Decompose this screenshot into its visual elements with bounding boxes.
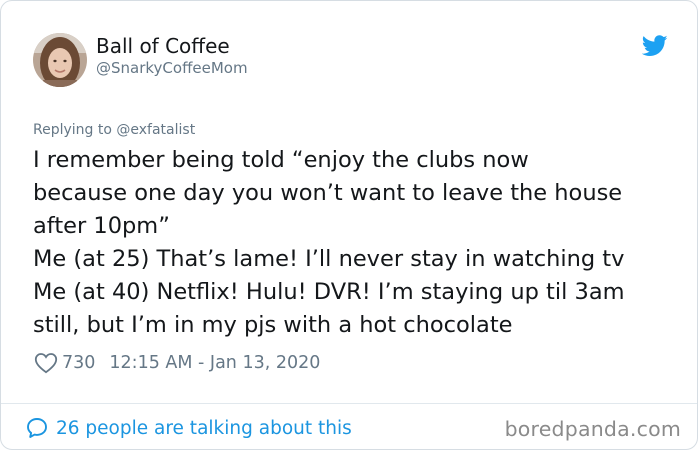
tweet-card: Ball of Coffee @SnarkyCoffeeMom Replying… (0, 0, 698, 450)
like-count[interactable]: 730 (62, 353, 95, 373)
tweet-line: still, but I’m in my pjs with a hot choc… (33, 312, 513, 338)
heart-icon[interactable] (34, 352, 58, 374)
talking-about-label[interactable]: 26 people are talking about this (56, 418, 352, 439)
tweet-text: I remember being told “enjoy the clubs n… (33, 144, 683, 342)
timestamp[interactable]: 12:15 AM - Jan 13, 2020 (109, 353, 320, 373)
replying-to-label: Replying to (33, 122, 117, 138)
tweet-line: I remember being told “enjoy the clubs n… (33, 147, 529, 173)
avatar[interactable] (33, 33, 87, 87)
speech-bubble-icon (27, 418, 47, 438)
display-name[interactable]: Ball of Coffee (96, 34, 230, 58)
watermark: boredpanda.com (504, 417, 681, 441)
replying-to: Replying to @exfatalist (33, 122, 195, 138)
tweet-line: Me (at 40) Netflix! Hulu! DVR! I’m stayi… (33, 279, 625, 305)
tweet-line: after 10pm” (33, 213, 170, 239)
reply-target-link[interactable]: @exfatalist (116, 122, 195, 138)
divider (1, 403, 697, 404)
twitter-bird-icon[interactable] (642, 35, 668, 57)
tweet-meta: 730 12:15 AM - Jan 13, 2020 (34, 351, 320, 375)
talking-about-link[interactable]: 26 people are talking about this (25, 415, 352, 441)
tweet-line: because one day you won’t want to leave … (33, 180, 623, 206)
user-handle[interactable]: @SnarkyCoffeeMom (96, 59, 248, 77)
avatar-image (33, 33, 87, 87)
tweet-line: Me (at 25) That’s lame! I’ll never stay … (33, 246, 625, 272)
